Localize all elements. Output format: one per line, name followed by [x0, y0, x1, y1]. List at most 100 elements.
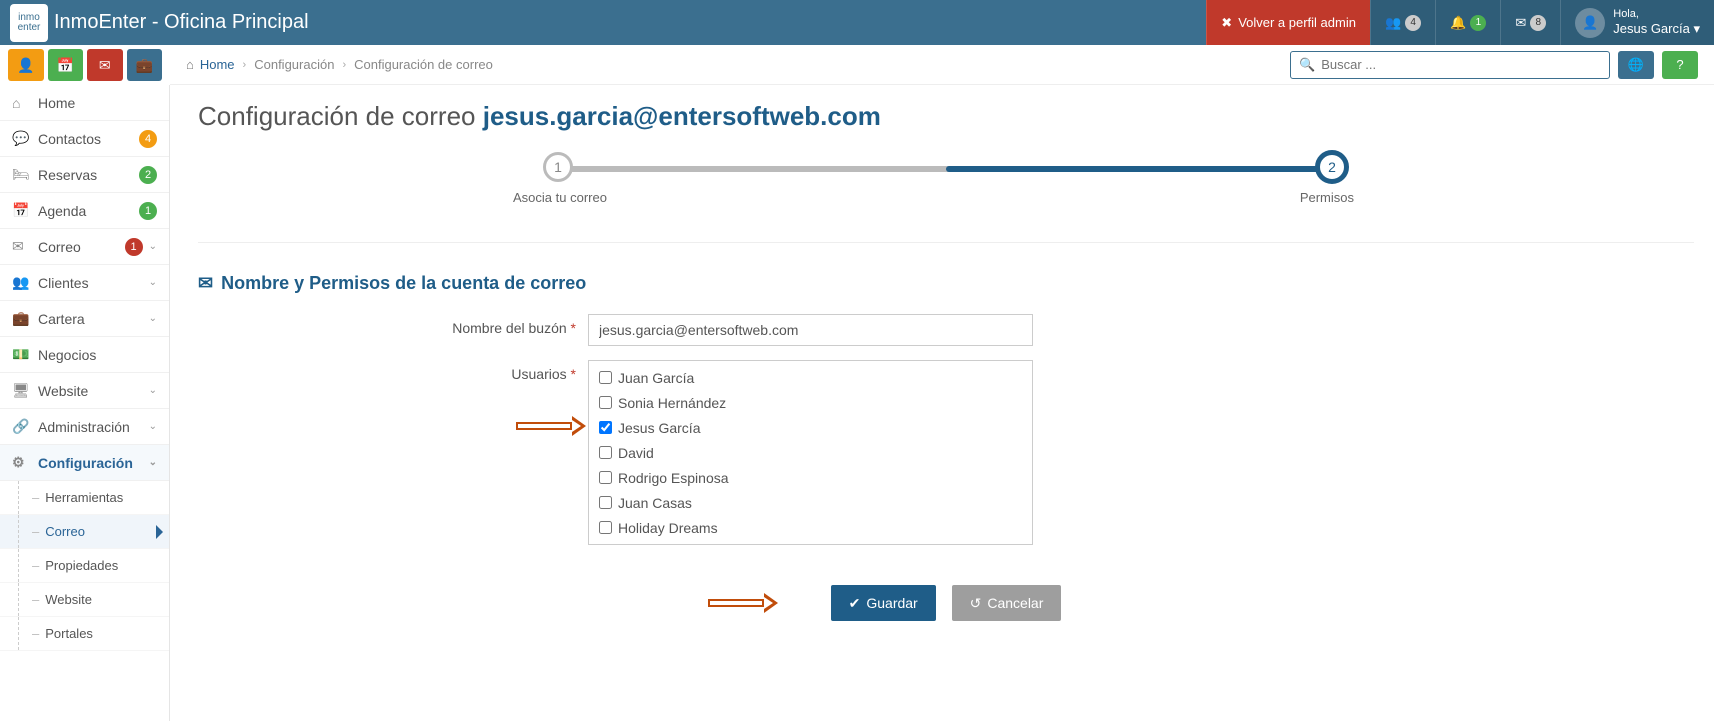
save-button[interactable]: ✔ Guardar — [831, 585, 936, 621]
sidebar-icon: 💵 — [12, 346, 32, 363]
step-1[interactable]: 1 — [543, 152, 573, 182]
search-input[interactable] — [1321, 57, 1601, 72]
user-name: Jesus García — [1613, 21, 1690, 36]
sidebar-item-reservas[interactable]: 🛏 Reservas 2 — [0, 157, 169, 193]
chevron-down-icon: ⌄ — [149, 277, 157, 288]
user-row: Sonia Hernández — [599, 390, 1022, 415]
quick-calendar-button[interactable]: 📅 — [48, 49, 84, 81]
back-to-admin-label: Volver a perfil admin — [1238, 15, 1356, 30]
help-button[interactable]: ? — [1662, 51, 1698, 79]
sidebar-item-configuracion[interactable]: ⚙ Configuración ⌄ — [0, 445, 169, 481]
user-checkbox[interactable] — [599, 521, 612, 534]
sidebar-item-label: Negocios — [38, 347, 157, 363]
sidebar-item-contactos[interactable]: 💬 Contactos 4 — [0, 121, 169, 157]
chevron-down-icon: ▾ — [1693, 21, 1700, 37]
back-to-admin-button[interactable]: ✖ Volver a perfil admin — [1206, 0, 1370, 45]
sidebar-subitem-portales[interactable]: –Portales — [0, 617, 169, 651]
sidebar-icon: 💬 — [12, 130, 32, 147]
button-row: ✔ Guardar ↺ Cancelar — [198, 585, 1694, 621]
mailbox-input[interactable] — [588, 314, 1033, 346]
mail-badge: 8 — [1530, 15, 1546, 31]
sidebar-item-label: Contactos — [38, 131, 139, 147]
briefcase-icon: 💼 — [136, 57, 153, 74]
sidebar-item-label: Correo — [38, 239, 125, 255]
main-area: ⌂ Home › Configuración › Configuración d… — [170, 45, 1714, 721]
sidebar-item-label: Website — [38, 383, 143, 399]
chevron-down-icon: ⌄ — [149, 241, 157, 252]
question-icon: ? — [1676, 57, 1683, 72]
app-title: InmoEnter - Oficina Principal — [54, 11, 309, 34]
notifications-badge: 1 — [1470, 15, 1486, 31]
sidebar-subitem-propiedades[interactable]: –Propiedades — [0, 549, 169, 583]
content: Configuración de correo jesus.garcia@ent… — [170, 85, 1714, 651]
user-row: Holiday Dreams — [599, 515, 1022, 540]
topbar-mail-button[interactable]: ✉ 8 — [1500, 0, 1560, 45]
sidebar-item-clientes[interactable]: 👥 Clientes ⌄ — [0, 265, 169, 301]
greeting-text: Hola, — [1613, 8, 1700, 21]
sidebar-subitem-label: Propiedades — [45, 558, 118, 573]
sidebar-badge: 2 — [139, 166, 157, 184]
logo: inmoenter — [10, 4, 48, 42]
sidebar-item-negocios[interactable]: 💵 Negocios — [0, 337, 169, 373]
users-listbox[interactable]: Juan García Sonia Hernández Jesus García… — [588, 360, 1033, 545]
quick-briefcase-button[interactable]: 💼 — [127, 49, 163, 81]
stepper: 1 2 Asocia tu correo Permisos — [558, 152, 1334, 212]
sidebar-icon: 🔗 — [12, 418, 32, 435]
user-checkbox[interactable] — [599, 496, 612, 509]
chevron-down-icon: ⌄ — [149, 313, 157, 324]
cancel-button[interactable]: ↺ Cancelar — [952, 585, 1062, 621]
search-box[interactable]: 🔍 — [1290, 51, 1610, 79]
user-checkbox[interactable] — [599, 446, 612, 459]
user-icon: 👤 — [1582, 15, 1598, 31]
page-title: Configuración de correo jesus.garcia@ent… — [198, 101, 1694, 132]
sidebar-item-label: Configuración — [38, 455, 143, 471]
quick-add-user-button[interactable]: 👤 — [8, 49, 44, 81]
step-2[interactable]: 2 — [1315, 150, 1349, 184]
sidebar-item-cartera[interactable]: 💼 Cartera ⌄ — [0, 301, 169, 337]
user-checkbox[interactable] — [599, 471, 612, 484]
bell-icon: 🔔 — [1450, 15, 1466, 31]
step-2-label: Permisos — [1300, 190, 1354, 205]
globe-button[interactable]: 🌐 — [1618, 51, 1654, 79]
sidebar-icon: ✉ — [12, 238, 32, 255]
user-checkbox[interactable] — [599, 371, 612, 384]
sidebar-item-website[interactable]: 🖥 Website ⌄ — [0, 373, 169, 409]
user-row: Rodrigo Espinosa — [599, 465, 1022, 490]
sidebar-icon: 📅 — [12, 202, 32, 219]
check-icon: ✔ — [849, 595, 861, 612]
sidebar-icon: ⌂ — [12, 95, 32, 111]
undo-icon: ↺ — [970, 595, 982, 612]
sidebar-item-label: Reservas — [38, 167, 139, 183]
user-row: Juan Casas — [599, 490, 1022, 515]
sidebar-badge: 1 — [139, 202, 157, 220]
topbar-notifications-button[interactable]: 🔔 1 — [1435, 0, 1500, 45]
user-checkbox[interactable] — [599, 396, 612, 409]
sidebar-subitem-label: Portales — [45, 626, 93, 641]
sidebar-subitem-website[interactable]: –Website — [0, 583, 169, 617]
sidebar-badge: 4 — [139, 130, 157, 148]
user-checkbox[interactable] — [599, 421, 612, 434]
topbar-users-button[interactable]: 👥 4 — [1370, 0, 1435, 45]
globe-icon: 🌐 — [1628, 57, 1644, 73]
sidebar-item-administracion[interactable]: 🔗 Administración ⌄ — [0, 409, 169, 445]
sidebar-subitem-herramientas[interactable]: –Herramientas — [0, 481, 169, 515]
quick-mail-button[interactable]: ✉ — [87, 49, 123, 81]
sidebar-item-agenda[interactable]: 📅 Agenda 1 — [0, 193, 169, 229]
users-icon: 👥 — [1385, 15, 1401, 31]
user-row: David — [599, 440, 1022, 465]
breadcrumb-bar: ⌂ Home › Configuración › Configuración d… — [170, 45, 1714, 85]
envelope-icon: ✉ — [99, 57, 111, 74]
sidebar-item-correo[interactable]: ✉ Correo 1 ⌄ — [0, 229, 169, 265]
breadcrumb-home[interactable]: Home — [200, 57, 235, 72]
user-menu[interactable]: 👤 Hola, Jesus García ▾ — [1560, 0, 1714, 45]
sidebar-item-home[interactable]: ⌂ Home — [0, 85, 169, 121]
close-icon: ✖ — [1221, 15, 1232, 31]
sidebar-subitem-correo[interactable]: –Correo — [0, 515, 169, 549]
user-row: Juan García — [599, 365, 1022, 390]
sidebar-item-label: Clientes — [38, 275, 143, 291]
annotation-arrow-user — [516, 416, 586, 436]
users-label: Usuarios — [511, 366, 566, 382]
sidebar-subitem-label: Correo — [45, 524, 85, 539]
mailbox-label: Nombre del buzón — [452, 320, 566, 336]
chevron-down-icon: ⌄ — [149, 421, 157, 432]
